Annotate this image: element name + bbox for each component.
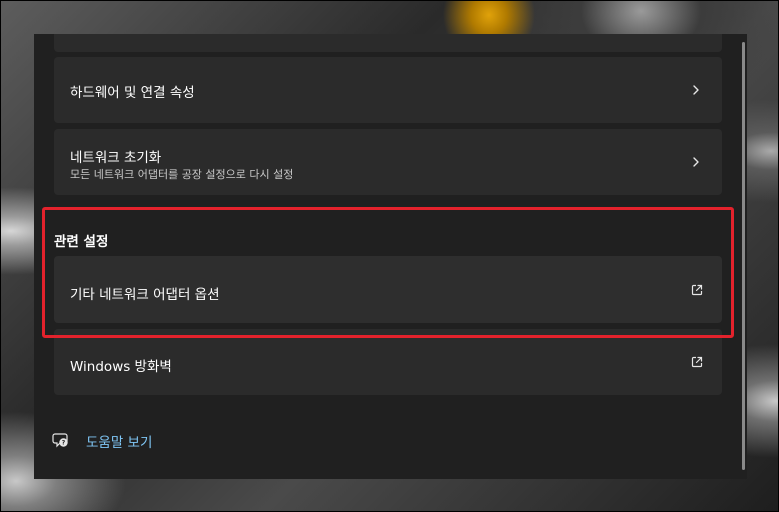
chevron-right-icon bbox=[693, 157, 699, 167]
scrollbar[interactable] bbox=[742, 42, 745, 470]
highlight-box bbox=[42, 207, 734, 338]
get-help-link[interactable]: 도움말 보기 bbox=[86, 431, 152, 451]
network-reset-description: 모든 네트워크 어댑터를 공장 설정으로 다시 설정 bbox=[70, 168, 294, 181]
hardware-connection-properties-card[interactable]: 하드웨어 및 연결 속성 bbox=[54, 57, 722, 123]
windows-firewall-card[interactable]: Windows 방화벽 bbox=[54, 329, 722, 395]
desktop-background: 하드웨어 및 연결 속성 네트워크 초기화 모든 네트워크 어댑터를 공장 설정… bbox=[0, 0, 779, 512]
previous-setting-card[interactable] bbox=[54, 34, 722, 52]
windows-firewall-label: Windows 방화벽 bbox=[70, 359, 172, 375]
svg-text:?: ? bbox=[62, 440, 66, 447]
network-reset-label: 네트워크 초기화 bbox=[70, 150, 162, 166]
chevron-right-icon bbox=[693, 85, 699, 95]
hardware-connection-properties-label: 하드웨어 및 연결 속성 bbox=[70, 85, 195, 101]
network-reset-card[interactable]: 네트워크 초기화 모든 네트워크 어댑터를 공장 설정으로 다시 설정 bbox=[54, 129, 722, 195]
open-external-icon bbox=[691, 356, 703, 368]
help-chat-icon: ? bbox=[52, 433, 68, 448]
